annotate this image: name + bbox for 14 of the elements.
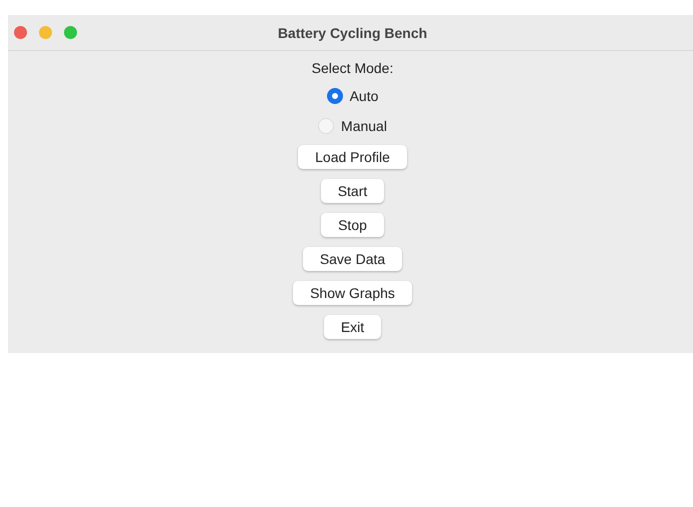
radio-label[interactable]: Auto [350,88,378,104]
radio-button[interactable] [326,88,343,104]
window-title: Battery Cycling Bench [278,24,428,40]
action-button[interactable]: Stop [321,213,384,237]
action-button[interactable]: Save Data [302,247,402,271]
mode-label: Select Mode: [312,59,394,78]
minimize-button[interactable] [39,26,52,39]
zoom-button[interactable] [64,26,77,39]
action-button[interactable]: Exit [324,315,382,339]
close-button[interactable] [14,26,27,39]
action-button[interactable]: Load Profile [298,145,407,169]
action-button[interactable]: Start [320,179,384,203]
action-button[interactable]: Show Graphs [293,281,412,305]
radio-label[interactable]: Manual [341,118,387,134]
